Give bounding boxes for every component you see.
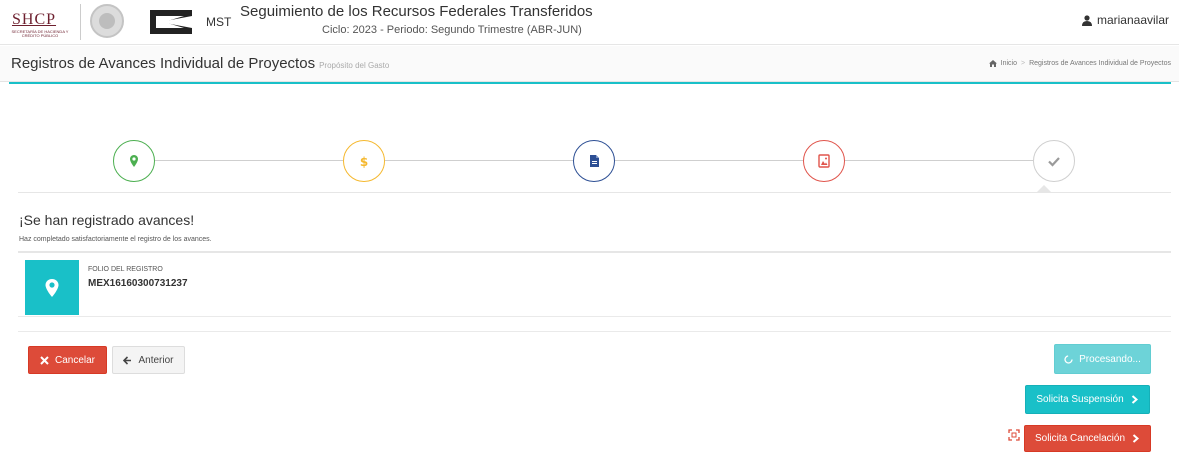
request-suspension-label: Solicita Suspensión [1036, 394, 1124, 405]
app-subtitle: Ciclo: 2023 - Periodo: Segundo Trimestre… [322, 24, 582, 36]
spinner-icon [1064, 354, 1073, 364]
previous-button[interactable]: Anterior [112, 346, 185, 374]
shcp-logo-subtext: SECRETARÍA DE HACIENDA Y CRÉDITO PÚBLICO [11, 29, 69, 38]
step-connector [155, 160, 343, 161]
dollar-icon: $ [360, 155, 368, 168]
image-icon [818, 154, 830, 168]
page-subtitle: Propósito del Gasto [319, 61, 390, 70]
close-icon [40, 355, 49, 365]
document-icon [590, 155, 599, 167]
map-marker-icon [45, 278, 59, 297]
processing-button[interactable]: Procesando... [1054, 344, 1151, 374]
national-seal-icon [90, 4, 124, 38]
logo-divider [80, 4, 81, 40]
step-financial[interactable]: $ [343, 140, 385, 182]
folio-value: MEX16160300731237 [88, 278, 188, 289]
cancel-button-label: Cancelar [54, 354, 96, 366]
mst-logo-icon [150, 10, 192, 34]
processing-button-label: Procesando... [1079, 353, 1141, 365]
request-cancellation-label: Solicita Cancelación [1034, 433, 1126, 444]
success-divider [18, 251, 1171, 253]
step-image[interactable] [803, 140, 845, 182]
app-title: Seguimiento de los Recursos Federales Tr… [240, 3, 593, 20]
step-location[interactable] [113, 140, 155, 182]
page-title-text: Registros de Avances Individual de Proye… [11, 55, 316, 72]
breadcrumb: Inicio > Registros de Avances Individual… [988, 60, 1171, 67]
page-title: Registros de Avances Individual de Proye… [11, 55, 389, 72]
chevron-right-icon [1131, 395, 1138, 404]
check-icon [1048, 157, 1060, 167]
mst-label: MST [206, 15, 232, 29]
previous-button-label: Anterior [138, 354, 174, 366]
shcp-logo[interactable]: SHCP SECRETARÍA DE HACIENDA Y CRÉDITO PÚ… [6, 8, 74, 38]
folio-label: FOLIO DEL REGISTRO [88, 266, 163, 273]
expand-icon[interactable] [1008, 429, 1020, 441]
breadcrumb-separator: > [1021, 60, 1026, 67]
step-document[interactable] [573, 140, 615, 182]
step-connector [845, 160, 1033, 161]
svg-text:$: $ [360, 155, 368, 168]
breadcrumb-home[interactable]: Inicio [1001, 60, 1017, 67]
folio-icon-box [25, 260, 79, 315]
shcp-logo-text: SHCP [12, 11, 57, 28]
step-connector [385, 160, 573, 161]
step-complete[interactable] [1033, 140, 1075, 182]
user-name: marianaavilar [1096, 13, 1169, 27]
map-marker-icon [130, 155, 138, 167]
cancel-button[interactable]: Cancelar [28, 346, 107, 374]
home-icon [988, 60, 997, 67]
user-menu[interactable]: marianaavilar [1081, 13, 1169, 27]
arrow-left-icon [123, 355, 132, 365]
success-title: ¡Se han registrado avances! [19, 212, 195, 228]
page-header: Registros de Avances Individual de Proye… [0, 46, 1179, 82]
top-header: SHCP SECRETARÍA DE HACIENDA Y CRÉDITO PÚ… [0, 0, 1179, 45]
success-message: Haz completado satisfactoriamente el reg… [19, 236, 212, 243]
breadcrumb-current: Registros de Avances Individual de Proye… [1029, 60, 1171, 67]
active-step-pointer [1037, 185, 1051, 192]
actions-divider [18, 331, 1171, 332]
main-panel: $ ¡Se han registrado avances! Haz comple… [9, 82, 1171, 452]
chevron-right-icon [1132, 434, 1140, 443]
request-suspension-button[interactable]: Solicita Suspensión [1025, 385, 1150, 414]
folio-divider [18, 316, 1171, 317]
user-icon [1081, 14, 1092, 26]
steps-divider [18, 192, 1171, 193]
step-connector [615, 160, 803, 161]
